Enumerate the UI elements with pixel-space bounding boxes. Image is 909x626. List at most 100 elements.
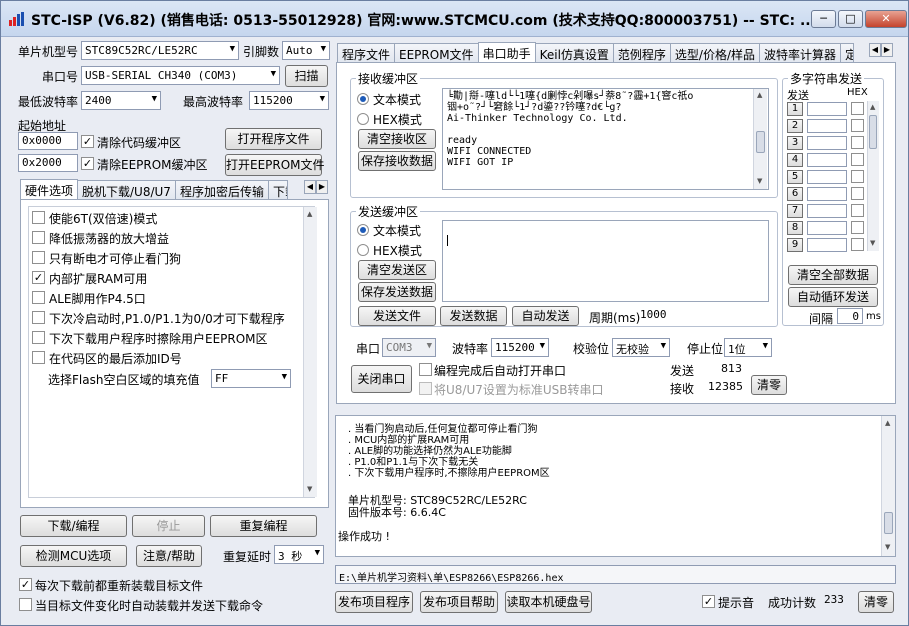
option-checkbox[interactable] [32, 251, 45, 264]
min-baud-select[interactable]: 2400 ▼ [81, 91, 161, 110]
read-disk-id-button[interactable]: 读取本机硬盘号 [505, 591, 592, 613]
multi-send-row-input[interactable] [807, 221, 847, 235]
multi-send-row-button[interactable]: 5 [787, 170, 803, 184]
options-scrollbar[interactable]: ▲ ▼ [303, 207, 317, 497]
scroll-thumb[interactable] [884, 512, 893, 534]
tab-examples[interactable]: 范例程序 [612, 43, 671, 63]
multi-send-hex-checkbox[interactable] [851, 221, 864, 234]
open-program-file-button[interactable]: 打开程序文件 [225, 128, 322, 150]
multi-send-row-input[interactable] [807, 136, 847, 150]
clear-eeprom-checkbox[interactable]: ✓ [81, 157, 94, 170]
serial-port-select[interactable]: COM3 ▼ [382, 338, 436, 357]
multi-send-row-input[interactable] [807, 170, 847, 184]
minimize-button[interactable]: ─ [811, 10, 836, 28]
clear-all-button[interactable]: 清空全部数据 [788, 265, 878, 285]
multi-send-row-input[interactable] [807, 204, 847, 218]
tab-eeprom-file[interactable]: EEPROM文件 [394, 43, 479, 63]
right-tab-scroll-right-icon[interactable]: ▶ [881, 43, 893, 57]
fill-value-select[interactable]: FF ▼ [211, 369, 291, 388]
send-hex-mode-radio[interactable] [357, 244, 369, 256]
clear-counts-button[interactable]: 清零 [751, 375, 787, 395]
multi-send-row-button[interactable]: 7 [787, 204, 803, 218]
save-receive-button[interactable]: 保存接收数据 [358, 151, 436, 171]
tab-keil-settings[interactable]: Keil仿真设置 [534, 43, 614, 63]
maximize-button[interactable]: □ [838, 10, 863, 28]
mcu-type-select[interactable]: STC89C52RC/LE52RC ▼ [81, 41, 239, 60]
scroll-up-icon[interactable]: ▲ [870, 103, 875, 111]
max-baud-select[interactable]: 115200 ▼ [249, 91, 329, 110]
scan-button[interactable]: 扫描 [285, 65, 328, 87]
multi-send-hex-checkbox[interactable] [851, 187, 864, 200]
save-send-button[interactable]: 保存发送数据 [358, 282, 436, 302]
multi-send-hex-checkbox[interactable] [851, 102, 864, 115]
multi-send-row-input[interactable] [807, 187, 847, 201]
option-checkbox[interactable] [32, 231, 45, 244]
download-program-button[interactable]: 下载/编程 [20, 515, 127, 537]
recv-text-mode-radio[interactable] [357, 93, 369, 105]
multi-send-hex-checkbox[interactable] [851, 238, 864, 251]
multi-send-row-button[interactable]: 3 [787, 136, 803, 150]
beep-checkbox[interactable]: ✓ [702, 595, 715, 608]
scroll-down-icon[interactable]: ▼ [885, 543, 890, 551]
stop-bits-select[interactable]: 1位 ▼ [724, 338, 772, 357]
tab-offline-download[interactable]: 脱机下载/U8/U7 [77, 180, 176, 200]
tab-hardware-options[interactable]: 硬件选项 [20, 179, 79, 201]
scroll-thumb[interactable] [756, 131, 765, 153]
autoload-checkbox[interactable] [19, 598, 32, 611]
scroll-down-icon[interactable]: ▼ [757, 177, 762, 185]
scroll-thumb[interactable] [869, 115, 877, 149]
multi-send-row-button[interactable]: 9 [787, 238, 803, 252]
baud-rate-select[interactable]: 115200 ▼ [491, 338, 549, 357]
port-select[interactable]: USB-SERIAL CH340 (COM3) ▼ [81, 66, 280, 85]
clear-success-button[interactable]: 清零 [858, 591, 894, 613]
tab-baud-calc[interactable]: 波特率计算器 [759, 43, 842, 63]
multi-send-hex-checkbox[interactable] [851, 136, 864, 149]
multi-send-row-button[interactable]: 2 [787, 119, 803, 133]
tab-encrypted-transfer[interactable]: 程序加密后传输 [174, 180, 269, 200]
tab-serial-assistant[interactable]: 串口助手 [477, 42, 536, 64]
clear-send-button[interactable]: 清空发送区 [358, 260, 436, 280]
multi-send-row-input[interactable] [807, 102, 847, 116]
close-port-button[interactable]: 关闭串口 [351, 365, 412, 393]
reload-checkbox[interactable]: ✓ [19, 578, 32, 591]
stop-button[interactable]: 停止 [132, 515, 205, 537]
usb-convert-checkbox[interactable] [419, 382, 432, 395]
repeat-delay-select[interactable]: 3 秒 ▼ [274, 545, 324, 564]
tab-program-file[interactable]: 程序文件 [337, 43, 396, 63]
option-checkbox[interactable] [32, 351, 45, 364]
multi-send-row-input[interactable] [807, 153, 847, 167]
tab-scroll-right-icon[interactable]: ▶ [316, 180, 328, 194]
send-file-button[interactable]: 发送文件 [358, 306, 436, 326]
tab-pricing[interactable]: 选型/价格/样品 [669, 43, 761, 63]
auto-open-checkbox[interactable] [419, 363, 432, 376]
send-data-button[interactable]: 发送数据 [440, 306, 507, 326]
auto-send-button[interactable]: 自动发送 [512, 306, 579, 326]
code-address-input[interactable]: 0x0000 [18, 132, 78, 150]
reprogram-button[interactable]: 重复编程 [210, 515, 317, 537]
multi-send-hex-checkbox[interactable] [851, 204, 864, 217]
multi-scrollbar[interactable]: ▲ ▼ [867, 101, 879, 251]
publish-program-button[interactable]: 发布项目程序 [335, 591, 413, 613]
multi-send-hex-checkbox[interactable] [851, 170, 864, 183]
option-checkbox[interactable] [32, 211, 45, 224]
multi-send-row-button[interactable]: 1 [787, 102, 803, 116]
option-checkbox[interactable] [32, 291, 45, 304]
log-scrollbar[interactable]: ▲ ▼ [881, 416, 895, 556]
multi-send-row-button[interactable]: 8 [787, 221, 803, 235]
tab-more[interactable]: 定 [840, 43, 855, 63]
send-text-mode-radio[interactable] [357, 224, 369, 236]
scroll-up-icon[interactable]: ▲ [885, 419, 890, 427]
multi-send-row-input[interactable] [807, 238, 847, 252]
option-checkbox[interactable] [32, 331, 45, 344]
open-eeprom-file-button[interactable]: 打开EEPROM文件 [225, 154, 325, 176]
receive-textarea[interactable]: ╘勩|搿-噻ld└└1噻{d劆悖c剁嚗s┘萘8˜?霾+1{窨c祇o 铟+o˜?┘└… [442, 88, 769, 190]
multi-send-hex-checkbox[interactable] [851, 119, 864, 132]
scroll-up-icon[interactable]: ▲ [307, 210, 312, 218]
option-checkbox[interactable] [32, 311, 45, 324]
tab-scroll-left-icon[interactable]: ◀ [304, 180, 316, 194]
interval-input[interactable]: 0 [837, 308, 863, 324]
multi-send-row-input[interactable] [807, 119, 847, 133]
parity-select[interactable]: 无校验 ▼ [612, 338, 670, 357]
send-textarea[interactable] [442, 220, 769, 302]
right-tab-scroll-left-icon[interactable]: ◀ [869, 43, 881, 57]
